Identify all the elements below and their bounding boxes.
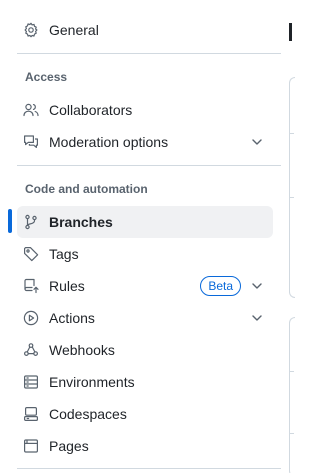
sidebar-item-tags[interactable]: Tags (17, 238, 273, 270)
sidebar-item-pages[interactable]: Pages (17, 430, 273, 462)
play-icon (23, 310, 39, 326)
codespaces-icon (23, 406, 39, 422)
active-indicator (8, 209, 12, 233)
git-branch-icon (23, 214, 39, 230)
sidebar-item-label: Branches (49, 214, 113, 230)
sidebar-item-codespaces[interactable]: Codespaces (17, 398, 273, 430)
sidebar-item-label: Environments (49, 374, 135, 390)
webhook-icon (23, 342, 39, 358)
sidebar-item-label: Moderation options (49, 134, 169, 150)
sidebar-item-rules[interactable]: Rules Beta (17, 270, 273, 302)
sidebar-item-label: Tags (49, 246, 79, 262)
sidebar-item-label: General (49, 22, 99, 38)
box-row-divider (290, 133, 294, 134)
page-title-edge (289, 23, 292, 41)
gear-icon (23, 22, 39, 38)
comment-discussion-icon (23, 134, 39, 150)
chevron-down-icon[interactable] (249, 278, 265, 294)
sidebar-item-label: Pages (49, 438, 89, 454)
section-divider (17, 53, 281, 54)
sidebar-item-general[interactable]: General (17, 14, 273, 46)
box-row-divider (290, 371, 294, 372)
section-divider (17, 468, 281, 469)
sidebar-item-branches[interactable]: Branches (17, 206, 273, 238)
sidebar-item-label: Collaborators (49, 102, 133, 118)
section-divider (17, 165, 281, 166)
sidebar-item-label: Codespaces (49, 406, 127, 422)
section-heading-access: Access (25, 70, 68, 84)
sidebar-item-label: Actions (49, 310, 95, 326)
box-row-divider (290, 197, 294, 198)
sidebar-item-collaborators[interactable]: Collaborators (17, 94, 273, 126)
chevron-down-icon[interactable] (249, 134, 265, 150)
settings-box-edge (289, 77, 295, 298)
sidebar-item-environments[interactable]: Environments (17, 366, 273, 398)
sidebar-item-label: Rules (49, 278, 85, 294)
sidebar-item-webhooks[interactable]: Webhooks (17, 334, 273, 366)
repo-push-icon (23, 278, 39, 294)
tag-icon (23, 246, 39, 262)
chevron-down-icon[interactable] (249, 310, 265, 326)
sidebar-item-label: Webhooks (49, 342, 115, 358)
box-row-divider (290, 433, 294, 434)
beta-badge: Beta (200, 276, 241, 296)
section-heading-code-and-automation: Code and automation (25, 182, 148, 196)
people-icon (23, 102, 39, 118)
sidebar-item-moderation-options[interactable]: Moderation options (17, 126, 273, 158)
browser-icon (23, 438, 39, 454)
settings-sidebar: General Access Collaborators Moderation … (0, 0, 281, 473)
sidebar-item-actions[interactable]: Actions (17, 302, 273, 334)
settings-box-edge (289, 317, 295, 473)
server-icon (23, 374, 39, 390)
